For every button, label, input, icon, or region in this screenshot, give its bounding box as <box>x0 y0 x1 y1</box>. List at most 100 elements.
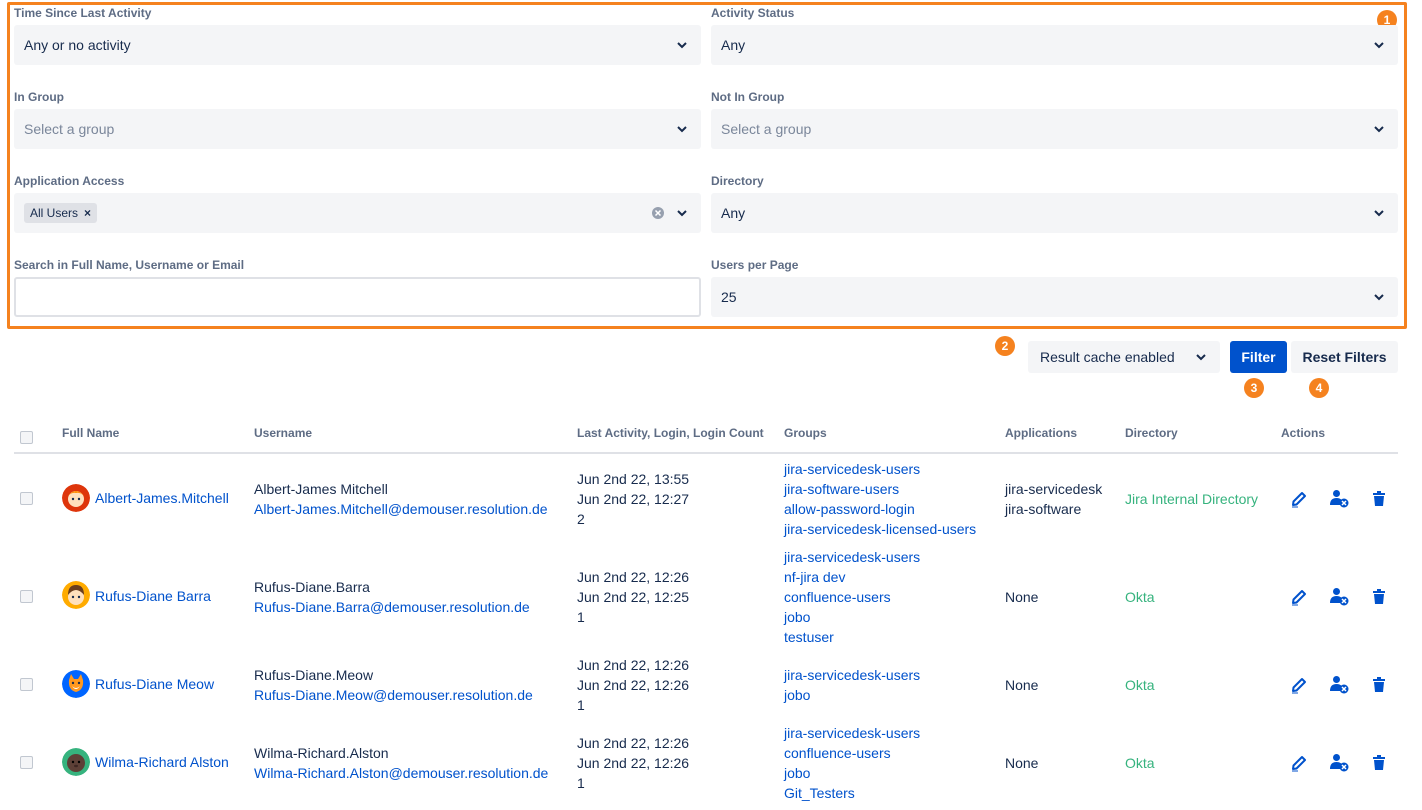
result-cache-dropdown[interactable]: Result cache enabled <box>1028 341 1220 373</box>
search-label: Search in Full Name, Username or Email <box>14 258 245 272</box>
trash-icon[interactable] <box>1369 489 1389 509</box>
in-group-select[interactable]: Select a group <box>14 109 701 149</box>
table-header-divider <box>14 452 1398 454</box>
user-remove-icon[interactable] <box>1329 752 1349 772</box>
directory-select[interactable]: Any <box>711 193 1398 233</box>
group-link[interactable]: allow-password-login <box>784 499 915 519</box>
users-per-page-value: 25 <box>721 289 737 305</box>
select-all-checkbox[interactable] <box>20 431 33 444</box>
result-cache-label: Result cache enabled <box>1040 349 1175 365</box>
app-access-tag-label: All Users <box>30 206 79 220</box>
directory-value: Any <box>721 205 746 221</box>
user-email-link[interactable]: Wilma-Richard.Alston@demouser.resolution… <box>254 763 548 783</box>
column-header-directory[interactable]: Directory <box>1125 426 1178 440</box>
pencil-icon[interactable] <box>1289 587 1309 607</box>
pencil-icon[interactable] <box>1289 753 1309 773</box>
activity-status-value: Any <box>721 37 746 53</box>
user-email-link[interactable]: Rufus-Diane.Meow@demouser.resolution.de <box>254 685 533 705</box>
last-activity: Jun 2nd 22, 13:55 <box>577 471 690 487</box>
last-activity: Jun 2nd 22, 12:26 <box>577 657 690 673</box>
column-header-applications[interactable]: Applications <box>1005 426 1077 440</box>
app-access-label: Application Access <box>14 174 125 188</box>
chevron-down-icon <box>677 126 687 133</box>
time-since-value: Any or no activity <box>24 37 131 53</box>
avatar <box>62 748 90 776</box>
group-link[interactable]: Git_Testers <box>784 783 855 803</box>
group-link[interactable]: jobo <box>784 685 810 705</box>
user-email-link[interactable]: Rufus-Diane.Barra@demouser.resolution.de <box>254 597 530 617</box>
group-link[interactable]: nf-jira dev <box>784 567 845 587</box>
column-header-actions: Actions <box>1281 426 1326 440</box>
group-link[interactable]: jira-servicedesk-users <box>784 665 920 685</box>
column-header-full-name[interactable]: Full Name <box>62 426 119 440</box>
username: Wilma-Richard.Alston <box>254 745 389 761</box>
group-link[interactable]: confluence-users <box>784 587 891 607</box>
trash-icon[interactable] <box>1369 675 1389 695</box>
chevron-down-icon <box>1374 294 1384 301</box>
column-header-last-activity[interactable]: Last Activity, Login, Login Count <box>577 426 764 440</box>
column-header-username[interactable]: Username <box>254 426 312 440</box>
group-link[interactable]: jira-servicedesk-users <box>784 459 920 479</box>
app-access-tag[interactable]: All Users × <box>24 203 98 223</box>
chevron-down-icon <box>677 42 687 49</box>
username: Albert-James Mitchell <box>254 481 388 497</box>
not-in-group-placeholder: Select a group <box>721 121 812 137</box>
application: jira-servicedesk <box>1005 481 1103 497</box>
pencil-icon[interactable] <box>1289 675 1309 695</box>
user-remove-icon[interactable] <box>1329 674 1349 694</box>
avatar <box>62 581 90 609</box>
trash-icon[interactable] <box>1369 587 1389 607</box>
chevron-down-icon <box>1374 126 1384 133</box>
filter-button[interactable]: Filter <box>1230 341 1287 373</box>
user-full-name-link[interactable]: Rufus-Diane Barra <box>95 586 211 606</box>
login-count: 2 <box>577 511 585 527</box>
directory-name: Okta <box>1125 755 1155 771</box>
app-access-select[interactable]: All Users × <box>14 193 701 233</box>
users-per-page-label: Users per Page <box>711 258 799 272</box>
group-link[interactable]: confluence-users <box>784 743 891 763</box>
avatar <box>62 484 90 512</box>
time-since-select[interactable]: Any or no activity <box>14 25 701 65</box>
row-checkbox[interactable] <box>20 756 33 769</box>
search-input[interactable] <box>14 277 701 317</box>
activity-status-select[interactable]: Any <box>711 25 1398 65</box>
in-group-label: In Group <box>14 90 64 104</box>
user-remove-icon[interactable] <box>1329 586 1349 606</box>
group-link[interactable]: jobo <box>784 763 810 783</box>
tag-remove-icon[interactable]: × <box>84 206 91 220</box>
time-since-label: Time Since Last Activity <box>14 6 152 20</box>
group-link[interactable]: jira-software-users <box>784 479 899 499</box>
group-link[interactable]: testuser <box>784 627 834 647</box>
avatar <box>62 670 90 698</box>
trash-icon[interactable] <box>1369 753 1389 773</box>
chevron-down-icon <box>1196 354 1206 361</box>
pencil-icon[interactable] <box>1289 489 1309 509</box>
row-checkbox[interactable] <box>20 492 33 505</box>
username: Rufus-Diane.Barra <box>254 579 370 595</box>
group-link[interactable]: jobo <box>784 607 810 627</box>
application: None <box>1005 677 1039 693</box>
user-email-link[interactable]: Albert-James.Mitchell@demouser.resolutio… <box>254 499 548 519</box>
not-in-group-select[interactable]: Select a group <box>711 109 1398 149</box>
column-header-groups[interactable]: Groups <box>784 426 827 440</box>
chevron-down-icon <box>1374 42 1384 49</box>
user-full-name-link[interactable]: Albert-James.Mitchell <box>95 488 229 508</box>
user-remove-icon[interactable] <box>1329 488 1349 508</box>
row-checkbox[interactable] <box>20 590 33 603</box>
callout-badge-2: 2 <box>995 336 1015 356</box>
row-checkbox[interactable] <box>20 678 33 691</box>
username: Rufus-Diane.Meow <box>254 667 374 683</box>
activity-status-label: Activity Status <box>711 6 795 20</box>
user-full-name-link[interactable]: Wilma-Richard Alston <box>95 752 229 772</box>
users-per-page-select[interactable]: 25 <box>711 277 1398 317</box>
clear-icon[interactable] <box>651 206 665 220</box>
group-link[interactable]: jira-servicedesk-users <box>784 723 920 743</box>
application: jira-software <box>1005 501 1082 517</box>
callout-badge-3: 3 <box>1244 378 1264 398</box>
reset-filters-button[interactable]: Reset Filters <box>1291 341 1398 373</box>
group-link[interactable]: jira-servicedesk-licensed-users <box>784 519 976 539</box>
directory-name: Jira Internal Directory <box>1125 491 1259 507</box>
group-link[interactable]: jira-servicedesk-users <box>784 547 920 567</box>
user-full-name-link[interactable]: Rufus-Diane Meow <box>95 674 214 694</box>
last-activity: Jun 2nd 22, 12:26 <box>577 569 690 585</box>
